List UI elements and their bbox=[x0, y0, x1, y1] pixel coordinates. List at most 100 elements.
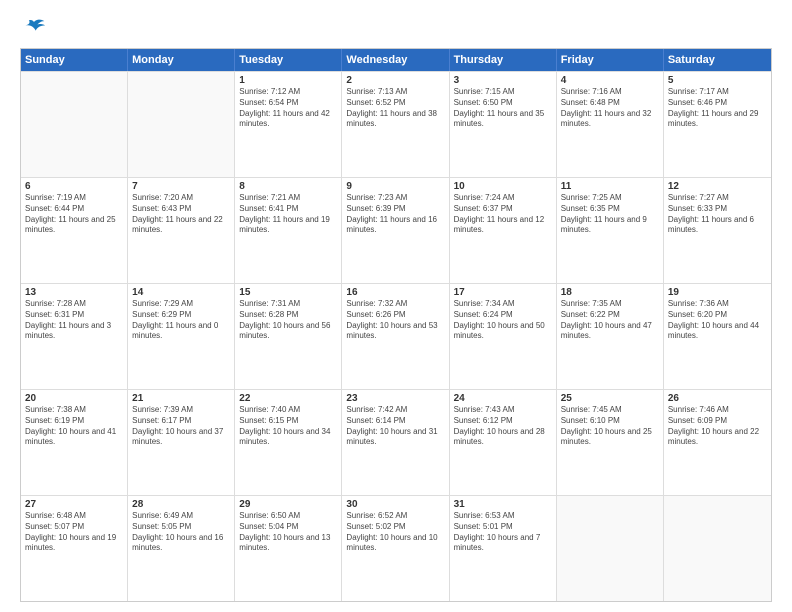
cell-info: Sunrise: 7:24 AM Sunset: 6:37 PM Dayligh… bbox=[454, 193, 552, 236]
day-number: 21 bbox=[132, 393, 230, 404]
cell-info: Sunrise: 7:36 AM Sunset: 6:20 PM Dayligh… bbox=[668, 299, 767, 342]
day-cell-14: 14Sunrise: 7:29 AM Sunset: 6:29 PM Dayli… bbox=[128, 284, 235, 389]
day-cell-15: 15Sunrise: 7:31 AM Sunset: 6:28 PM Dayli… bbox=[235, 284, 342, 389]
cell-info: Sunrise: 7:12 AM Sunset: 6:54 PM Dayligh… bbox=[239, 87, 337, 130]
day-cell-10: 10Sunrise: 7:24 AM Sunset: 6:37 PM Dayli… bbox=[450, 178, 557, 283]
day-cell-20: 20Sunrise: 7:38 AM Sunset: 6:19 PM Dayli… bbox=[21, 390, 128, 495]
cell-info: Sunrise: 7:20 AM Sunset: 6:43 PM Dayligh… bbox=[132, 193, 230, 236]
day-cell-21: 21Sunrise: 7:39 AM Sunset: 6:17 PM Dayli… bbox=[128, 390, 235, 495]
day-cell-27: 27Sunrise: 6:48 AM Sunset: 5:07 PM Dayli… bbox=[21, 496, 128, 601]
cell-info: Sunrise: 7:23 AM Sunset: 6:39 PM Dayligh… bbox=[346, 193, 444, 236]
day-cell-13: 13Sunrise: 7:28 AM Sunset: 6:31 PM Dayli… bbox=[21, 284, 128, 389]
day-number: 29 bbox=[239, 499, 337, 510]
cell-info: Sunrise: 6:49 AM Sunset: 5:05 PM Dayligh… bbox=[132, 511, 230, 554]
page-header bbox=[20, 18, 772, 38]
cell-info: Sunrise: 7:43 AM Sunset: 6:12 PM Dayligh… bbox=[454, 405, 552, 448]
day-cell-8: 8Sunrise: 7:21 AM Sunset: 6:41 PM Daylig… bbox=[235, 178, 342, 283]
day-number: 28 bbox=[132, 499, 230, 510]
day-cell-23: 23Sunrise: 7:42 AM Sunset: 6:14 PM Dayli… bbox=[342, 390, 449, 495]
day-number: 3 bbox=[454, 75, 552, 86]
day-number: 26 bbox=[668, 393, 767, 404]
cell-info: Sunrise: 7:31 AM Sunset: 6:28 PM Dayligh… bbox=[239, 299, 337, 342]
logo bbox=[20, 18, 46, 38]
cell-info: Sunrise: 7:15 AM Sunset: 6:50 PM Dayligh… bbox=[454, 87, 552, 130]
calendar-body: 1Sunrise: 7:12 AM Sunset: 6:54 PM Daylig… bbox=[21, 71, 771, 601]
day-header-monday: Monday bbox=[128, 49, 235, 71]
day-number: 2 bbox=[346, 75, 444, 86]
cell-info: Sunrise: 7:45 AM Sunset: 6:10 PM Dayligh… bbox=[561, 405, 659, 448]
cell-info: Sunrise: 6:53 AM Sunset: 5:01 PM Dayligh… bbox=[454, 511, 552, 554]
day-number: 17 bbox=[454, 287, 552, 298]
day-number: 15 bbox=[239, 287, 337, 298]
day-cell-1: 1Sunrise: 7:12 AM Sunset: 6:54 PM Daylig… bbox=[235, 72, 342, 177]
day-number: 6 bbox=[25, 181, 123, 192]
day-cell-3: 3Sunrise: 7:15 AM Sunset: 6:50 PM Daylig… bbox=[450, 72, 557, 177]
calendar-row-1: 1Sunrise: 7:12 AM Sunset: 6:54 PM Daylig… bbox=[21, 71, 771, 177]
day-number: 23 bbox=[346, 393, 444, 404]
day-cell-5: 5Sunrise: 7:17 AM Sunset: 6:46 PM Daylig… bbox=[664, 72, 771, 177]
day-number: 18 bbox=[561, 287, 659, 298]
day-number: 27 bbox=[25, 499, 123, 510]
day-number: 16 bbox=[346, 287, 444, 298]
calendar-row-2: 6Sunrise: 7:19 AM Sunset: 6:44 PM Daylig… bbox=[21, 177, 771, 283]
day-header-thursday: Thursday bbox=[450, 49, 557, 71]
day-header-friday: Friday bbox=[557, 49, 664, 71]
day-cell-2: 2Sunrise: 7:13 AM Sunset: 6:52 PM Daylig… bbox=[342, 72, 449, 177]
day-number: 19 bbox=[668, 287, 767, 298]
cell-info: Sunrise: 7:17 AM Sunset: 6:46 PM Dayligh… bbox=[668, 87, 767, 130]
day-cell-9: 9Sunrise: 7:23 AM Sunset: 6:39 PM Daylig… bbox=[342, 178, 449, 283]
cell-info: Sunrise: 7:34 AM Sunset: 6:24 PM Dayligh… bbox=[454, 299, 552, 342]
day-number: 13 bbox=[25, 287, 123, 298]
day-cell-24: 24Sunrise: 7:43 AM Sunset: 6:12 PM Dayli… bbox=[450, 390, 557, 495]
cell-info: Sunrise: 7:25 AM Sunset: 6:35 PM Dayligh… bbox=[561, 193, 659, 236]
day-cell-28: 28Sunrise: 6:49 AM Sunset: 5:05 PM Dayli… bbox=[128, 496, 235, 601]
day-header-wednesday: Wednesday bbox=[342, 49, 449, 71]
day-cell-18: 18Sunrise: 7:35 AM Sunset: 6:22 PM Dayli… bbox=[557, 284, 664, 389]
day-number: 24 bbox=[454, 393, 552, 404]
day-number: 4 bbox=[561, 75, 659, 86]
cell-info: Sunrise: 7:38 AM Sunset: 6:19 PM Dayligh… bbox=[25, 405, 123, 448]
day-header-saturday: Saturday bbox=[664, 49, 771, 71]
day-number: 30 bbox=[346, 499, 444, 510]
day-number: 1 bbox=[239, 75, 337, 86]
calendar-row-5: 27Sunrise: 6:48 AM Sunset: 5:07 PM Dayli… bbox=[21, 495, 771, 601]
day-number: 20 bbox=[25, 393, 123, 404]
cell-info: Sunrise: 7:27 AM Sunset: 6:33 PM Dayligh… bbox=[668, 193, 767, 236]
day-cell-6: 6Sunrise: 7:19 AM Sunset: 6:44 PM Daylig… bbox=[21, 178, 128, 283]
day-number: 22 bbox=[239, 393, 337, 404]
day-cell-4: 4Sunrise: 7:16 AM Sunset: 6:48 PM Daylig… bbox=[557, 72, 664, 177]
calendar-row-3: 13Sunrise: 7:28 AM Sunset: 6:31 PM Dayli… bbox=[21, 283, 771, 389]
day-cell-26: 26Sunrise: 7:46 AM Sunset: 6:09 PM Dayli… bbox=[664, 390, 771, 495]
day-cell-17: 17Sunrise: 7:34 AM Sunset: 6:24 PM Dayli… bbox=[450, 284, 557, 389]
cell-info: Sunrise: 7:35 AM Sunset: 6:22 PM Dayligh… bbox=[561, 299, 659, 342]
day-cell-11: 11Sunrise: 7:25 AM Sunset: 6:35 PM Dayli… bbox=[557, 178, 664, 283]
cell-info: Sunrise: 7:16 AM Sunset: 6:48 PM Dayligh… bbox=[561, 87, 659, 130]
day-cell-25: 25Sunrise: 7:45 AM Sunset: 6:10 PM Dayli… bbox=[557, 390, 664, 495]
day-cell-7: 7Sunrise: 7:20 AM Sunset: 6:43 PM Daylig… bbox=[128, 178, 235, 283]
day-cell-19: 19Sunrise: 7:36 AM Sunset: 6:20 PM Dayli… bbox=[664, 284, 771, 389]
empty-cell bbox=[21, 72, 128, 177]
empty-cell bbox=[664, 496, 771, 601]
day-number: 11 bbox=[561, 181, 659, 192]
cell-info: Sunrise: 7:42 AM Sunset: 6:14 PM Dayligh… bbox=[346, 405, 444, 448]
empty-cell bbox=[128, 72, 235, 177]
cell-info: Sunrise: 6:50 AM Sunset: 5:04 PM Dayligh… bbox=[239, 511, 337, 554]
calendar-header: SundayMondayTuesdayWednesdayThursdayFrid… bbox=[21, 49, 771, 71]
cell-info: Sunrise: 7:29 AM Sunset: 6:29 PM Dayligh… bbox=[132, 299, 230, 342]
day-cell-12: 12Sunrise: 7:27 AM Sunset: 6:33 PM Dayli… bbox=[664, 178, 771, 283]
day-number: 10 bbox=[454, 181, 552, 192]
day-header-sunday: Sunday bbox=[21, 49, 128, 71]
cell-info: Sunrise: 7:19 AM Sunset: 6:44 PM Dayligh… bbox=[25, 193, 123, 236]
cell-info: Sunrise: 7:46 AM Sunset: 6:09 PM Dayligh… bbox=[668, 405, 767, 448]
day-number: 12 bbox=[668, 181, 767, 192]
day-cell-29: 29Sunrise: 6:50 AM Sunset: 5:04 PM Dayli… bbox=[235, 496, 342, 601]
calendar: SundayMondayTuesdayWednesdayThursdayFrid… bbox=[20, 48, 772, 602]
day-number: 9 bbox=[346, 181, 444, 192]
day-number: 7 bbox=[132, 181, 230, 192]
day-number: 8 bbox=[239, 181, 337, 192]
day-cell-30: 30Sunrise: 6:52 AM Sunset: 5:02 PM Dayli… bbox=[342, 496, 449, 601]
cell-info: Sunrise: 7:28 AM Sunset: 6:31 PM Dayligh… bbox=[25, 299, 123, 342]
cell-info: Sunrise: 7:32 AM Sunset: 6:26 PM Dayligh… bbox=[346, 299, 444, 342]
cell-info: Sunrise: 7:13 AM Sunset: 6:52 PM Dayligh… bbox=[346, 87, 444, 130]
cell-info: Sunrise: 7:40 AM Sunset: 6:15 PM Dayligh… bbox=[239, 405, 337, 448]
